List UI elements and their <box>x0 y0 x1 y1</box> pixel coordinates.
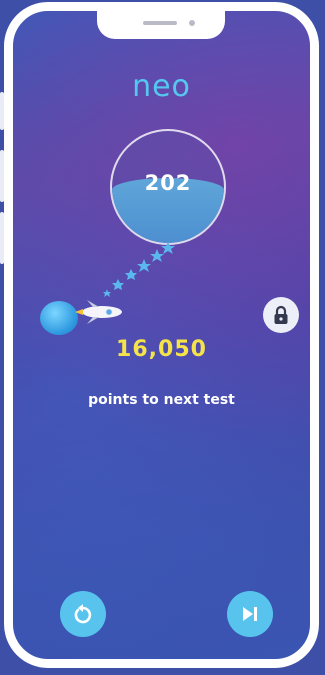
skip-next-icon <box>243 607 257 621</box>
skip-next-button[interactable] <box>227 591 273 637</box>
phone-frame: neo 202 16,050 points to next test <box>4 2 319 668</box>
points-caption: points to next test <box>88 392 235 408</box>
replay-icon <box>74 604 92 624</box>
planet-icon <box>40 301 78 335</box>
phone-notch <box>97 11 225 39</box>
speaker-grille <box>143 21 177 25</box>
points-value: 16,050 <box>116 337 207 362</box>
trail-star-icon <box>137 259 151 272</box>
trail-star-icon <box>125 269 137 280</box>
trail-star-icon <box>150 249 164 262</box>
replay-button[interactable] <box>60 591 106 637</box>
front-camera <box>189 20 195 26</box>
trail-star-icon <box>103 289 111 297</box>
rocket-icon <box>75 300 122 324</box>
trail-star-icon <box>161 241 175 254</box>
trail-star-icon <box>112 279 124 290</box>
lock-icon <box>274 305 288 324</box>
locked-test[interactable] <box>263 297 299 333</box>
